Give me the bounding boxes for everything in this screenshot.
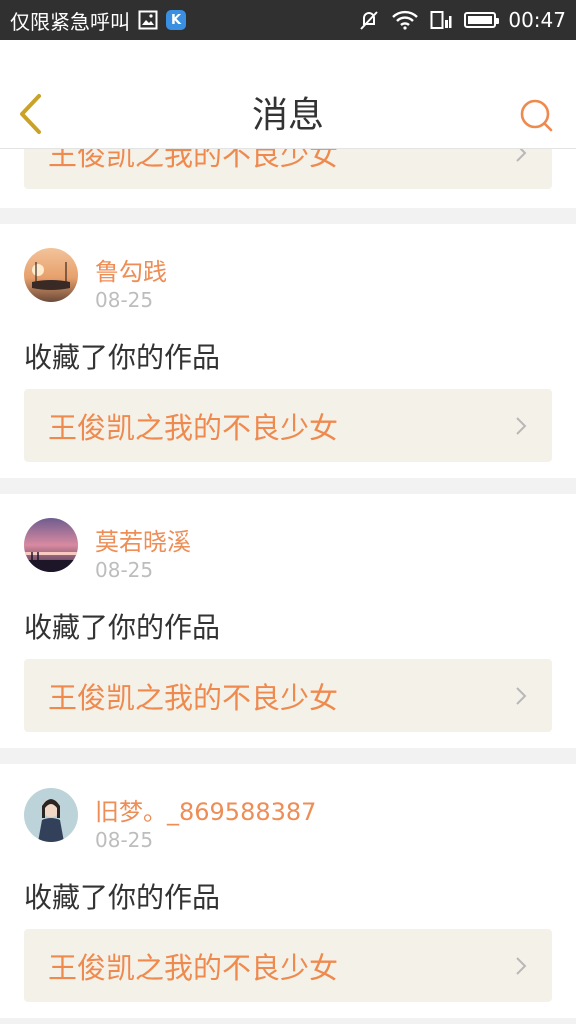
chevron-right-icon	[516, 956, 527, 975]
user-avatar[interactable]	[24, 248, 78, 302]
chevron-right-icon	[516, 416, 527, 435]
search-button[interactable]	[518, 97, 556, 135]
work-title: 王俊凯之我的不良少女	[48, 410, 339, 445]
message-date: 08-25	[95, 288, 154, 312]
mute-icon	[358, 9, 380, 31]
page-title: 消息	[251, 95, 324, 136]
message-date: 08-25	[95, 828, 154, 852]
message-card: 莫若晓溪 08-25 收藏了你的作品 王俊凯之我的不良少女	[0, 494, 576, 748]
search-icon	[520, 99, 553, 132]
username[interactable]: 旧梦。_869588387	[95, 792, 316, 827]
work-link[interactable]: 王俊凯之我的不良少女	[24, 659, 552, 732]
message-card: 鲁勾践 08-25 收藏了你的作品 王俊凯之我的不良少女	[0, 224, 576, 478]
user-avatar[interactable]	[24, 788, 78, 842]
wifi-icon	[392, 10, 419, 30]
username[interactable]: 莫若晓溪	[95, 522, 191, 557]
action-text: 收藏了你的作品	[24, 341, 221, 374]
sim-signal-icon	[430, 10, 452, 30]
action-text: 收藏了你的作品	[24, 881, 221, 914]
username[interactable]: 鲁勾践	[95, 252, 167, 287]
message-date: 08-25	[95, 558, 154, 582]
app-notification-icon: K	[166, 10, 186, 30]
status-bar: 仅限紧急呼叫 K 00:47	[0, 0, 576, 40]
carrier-text: 仅限紧急呼叫	[10, 9, 130, 34]
image-notification-icon	[138, 10, 158, 30]
chevron-right-icon	[516, 686, 527, 705]
app-header: 消息	[0, 40, 576, 149]
work-title: 王俊凯之我的不良少女	[48, 950, 339, 985]
work-link[interactable]: 王俊凯之我的不良少女	[24, 389, 552, 462]
action-text: 收藏了你的作品	[24, 611, 221, 644]
battery-icon	[464, 12, 500, 28]
clock-time: 00:47	[508, 8, 566, 32]
user-avatar[interactable]	[24, 518, 78, 572]
message-card: 旧梦。_869588387 08-25 收藏了你的作品 王俊凯之我的不良少女	[0, 764, 576, 1018]
work-link[interactable]: 王俊凯之我的不良少女	[24, 929, 552, 1002]
work-title: 王俊凯之我的不良少女	[48, 680, 339, 715]
